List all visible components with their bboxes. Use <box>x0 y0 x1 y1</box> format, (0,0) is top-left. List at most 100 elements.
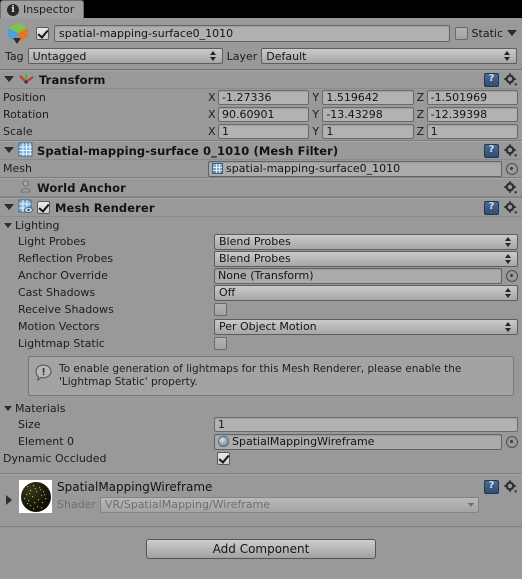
mesh-asset-icon <box>212 163 223 174</box>
materials-heading: Materials <box>15 401 66 415</box>
materials-size-input[interactable]: 1 <box>214 417 518 432</box>
component-header-mesh-renderer[interactable]: Mesh Renderer <box>0 198 522 217</box>
component-title-mesh-renderer: Mesh Renderer <box>55 200 155 215</box>
motion-vectors-row: Motion Vectors Per Object Motion <box>0 318 522 335</box>
light-probes-label: Light Probes <box>18 235 86 248</box>
mesh-filter-mesh-row: Mesh spatial-mapping-surface0_1010 <box>0 160 522 177</box>
dynamic-occluded-label: Dynamic Occluded <box>3 452 107 465</box>
dynamic-occluded-checkbox[interactable] <box>217 452 230 465</box>
reflection-probes-value: Blend Probes <box>219 252 291 265</box>
axis-y-label: Y <box>312 91 320 104</box>
scale-x-input[interactable]: 1 <box>218 124 310 139</box>
materials-size-label: Size <box>18 418 41 431</box>
axis-x-label: X <box>208 108 216 121</box>
anchor-override-picker-button[interactable] <box>505 269 518 282</box>
materials-element0-object-field[interactable]: SpatialMappingWireframe <box>214 433 502 450</box>
lightmap-static-label: Lightmap Static <box>18 337 105 350</box>
axis-y-label: Y <box>312 125 320 138</box>
foldout-lighting[interactable]: Lighting <box>0 217 522 233</box>
shader-dropdown[interactable]: VR/SpatialMapping/Wireframe <box>99 496 479 513</box>
shader-value: VR/SpatialMapping/Wireframe <box>104 498 270 511</box>
cast-shadows-dropdown[interactable]: Off <box>214 284 518 301</box>
material-sphere-preview <box>19 480 52 513</box>
foldout-mesh-renderer[interactable] <box>3 202 14 213</box>
help-icon[interactable] <box>484 72 499 87</box>
gameobject-name-input[interactable]: spatial-mapping-surface0_1010 <box>54 24 450 42</box>
light-probes-row: Light Probes Blend Probes <box>0 233 522 250</box>
lighting-heading: Lighting <box>15 218 60 232</box>
component-header-world-anchor[interactable]: World Anchor <box>0 178 522 197</box>
position-label: Position <box>3 91 46 104</box>
dynamic-occluded-row: Dynamic Occluded <box>0 450 522 467</box>
mesh-value: spatial-mapping-surface0_1010 <box>226 162 401 175</box>
position-z-input[interactable]: -1.501969 <box>426 90 518 105</box>
transform-axis-icon <box>18 71 35 89</box>
chevron-down-icon <box>468 502 474 507</box>
help-icon[interactable] <box>484 143 499 158</box>
position-y-input[interactable]: 1.519642 <box>322 90 414 105</box>
info-icon: i <box>7 3 19 16</box>
material-asset-icon <box>218 436 229 447</box>
motion-vectors-dropdown[interactable]: Per Object Motion <box>214 318 518 335</box>
updown-arrows-icon <box>503 50 512 62</box>
layer-label: Layer <box>226 49 258 63</box>
gear-icon[interactable] <box>503 180 518 195</box>
reflection-probes-dropdown[interactable]: Blend Probes <box>214 250 518 267</box>
component-header-transform[interactable]: Transform <box>0 70 522 89</box>
receive-shadows-label: Receive Shadows <box>18 303 114 316</box>
rotation-x-input[interactable]: 90.60901 <box>218 107 310 122</box>
updown-arrows-icon <box>504 287 513 299</box>
materials-element0-value: SpatialMappingWireframe <box>232 435 375 448</box>
gear-icon[interactable] <box>503 72 518 87</box>
light-probes-dropdown[interactable]: Blend Probes <box>214 233 518 250</box>
tag-dropdown[interactable]: Untagged <box>27 48 223 64</box>
layer-dropdown[interactable]: Default <box>261 48 517 64</box>
layer-value: Default <box>266 49 307 63</box>
gear-icon[interactable] <box>503 200 518 215</box>
mesh-renderer-enabled-checkbox[interactable] <box>37 201 50 214</box>
component-header-mesh-filter[interactable]: Spatial-mapping-surface 0_1010 (Mesh Fil… <box>0 141 522 160</box>
materials-size-row: Size 1 <box>0 416 522 433</box>
foldout-transform[interactable] <box>3 74 14 85</box>
anchor-override-label: Anchor Override <box>18 269 108 282</box>
rotation-label: Rotation <box>3 108 50 121</box>
position-x-input[interactable]: -1.27336 <box>218 90 310 105</box>
axis-z-label: Z <box>416 125 425 138</box>
mesh-picker-button[interactable] <box>505 162 518 175</box>
add-component-area: Add Component <box>0 527 522 559</box>
chevron-down-icon[interactable] <box>507 30 517 36</box>
gear-icon[interactable] <box>503 143 518 158</box>
foldout-world-anchor[interactable] <box>3 182 14 193</box>
component-title-mesh-filter: Spatial-mapping-surface 0_1010 (Mesh Fil… <box>37 143 339 158</box>
cast-shadows-label: Cast Shadows <box>18 286 96 299</box>
updown-arrows-icon <box>504 253 513 265</box>
add-component-button[interactable]: Add Component <box>146 539 376 559</box>
mesh-object-field[interactable]: spatial-mapping-surface0_1010 <box>208 160 502 177</box>
anchor-override-object-field[interactable]: None (Transform) <box>214 267 502 284</box>
receive-shadows-row: Receive Shadows <box>0 301 522 318</box>
gear-icon[interactable] <box>503 480 518 494</box>
lightmap-static-checkbox[interactable] <box>214 337 227 350</box>
foldout-materials[interactable]: Materials <box>0 400 522 416</box>
foldout-material-asset[interactable] <box>3 478 14 522</box>
rotation-z-input[interactable]: -12.39398 <box>426 107 518 122</box>
transform-rotation-row: Rotation X 90.60901 Y -13.43298 Z -12.39… <box>0 106 522 123</box>
lightmap-static-row: Lightmap Static <box>0 335 522 352</box>
scale-y-input[interactable]: 1 <box>322 124 414 139</box>
foldout-mesh-filter[interactable] <box>3 145 14 156</box>
scale-z-input[interactable]: 1 <box>426 124 518 139</box>
materials-element0-picker-button[interactable] <box>505 435 518 448</box>
static-checkbox[interactable] <box>454 26 468 40</box>
rotation-y-input[interactable]: -13.43298 <box>322 107 414 122</box>
cast-shadows-value: Off <box>219 286 236 299</box>
receive-shadows-checkbox[interactable] <box>214 303 227 316</box>
help-icon[interactable] <box>484 200 499 215</box>
gameobject-header: spatial-mapping-surface0_1010 Static Tag… <box>0 18 522 70</box>
static-control[interactable]: Static <box>454 26 517 40</box>
tab-inspector[interactable]: i Inspector <box>0 0 85 18</box>
gameobject-enabled-checkbox[interactable] <box>36 26 49 40</box>
window-tab-bar: i Inspector <box>0 0 522 18</box>
transform-scale-row: Scale X 1 Y 1 Z 1 <box>0 123 522 140</box>
light-probes-value: Blend Probes <box>219 235 291 248</box>
help-icon[interactable] <box>484 480 499 494</box>
